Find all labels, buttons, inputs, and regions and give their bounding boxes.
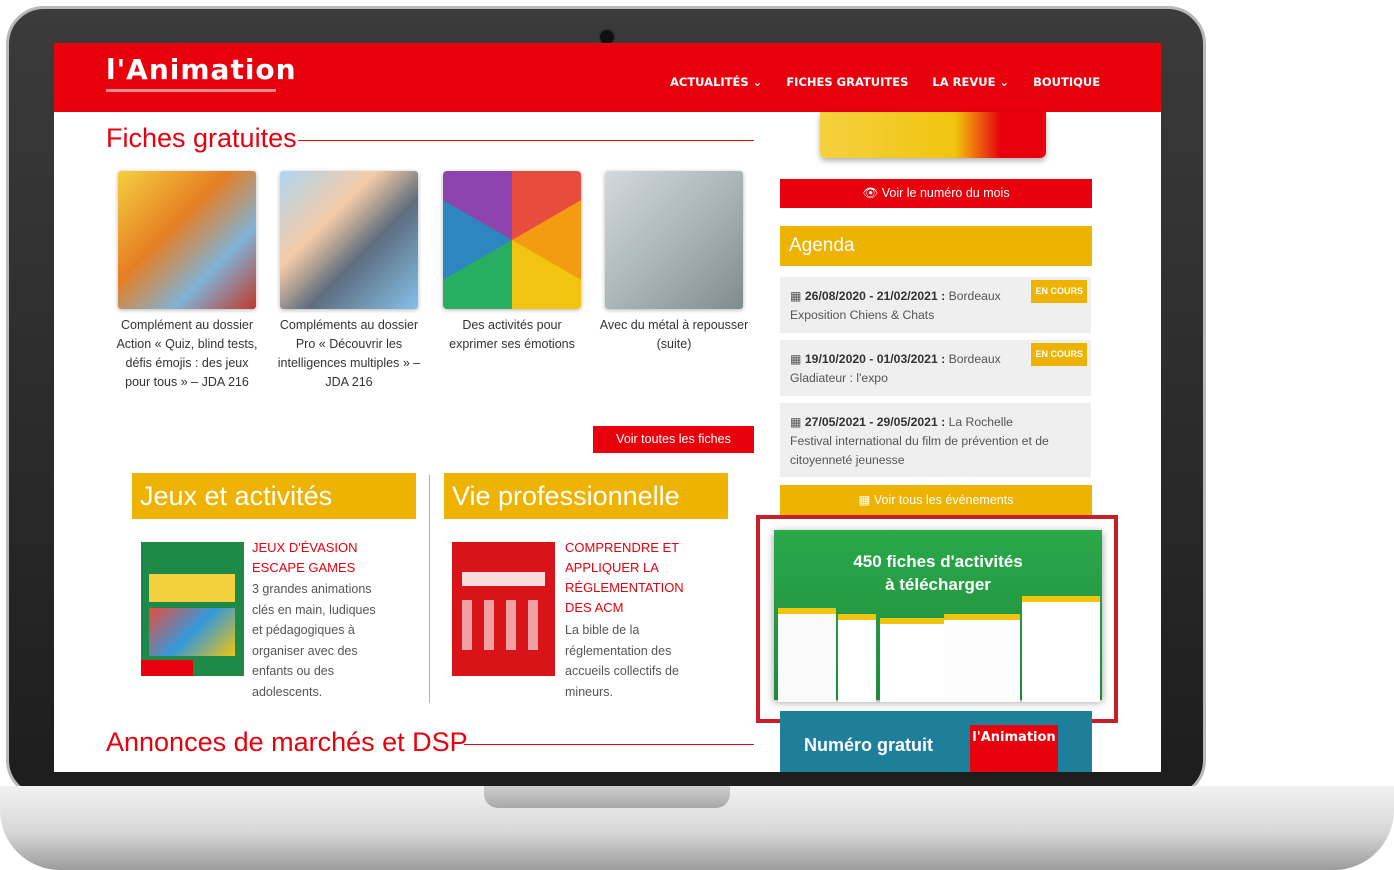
laptop-notch — [484, 786, 730, 808]
agenda-event[interactable]: ▦ 27/05/2021 - 29/05/2021 : La Rochelle … — [780, 403, 1091, 477]
site-header: l'Animation ACTUALITÉS ⌄ FICHES GRATUITE… — [54, 43, 1161, 112]
cover-illustration — [149, 608, 235, 656]
laptop-screen: l'Animation ACTUALITÉS ⌄ FICHES GRATUITE… — [54, 43, 1161, 772]
nav-actualites[interactable]: ACTUALITÉS ⌄ — [670, 75, 762, 89]
promo-line-1: 450 fiches d'activités — [853, 552, 1023, 571]
fiches-divider — [298, 140, 754, 141]
free-issue-title: Numéro gratuit — [804, 735, 934, 755]
promo-sheet — [880, 618, 944, 702]
all-events-button[interactable]: ▦ Voir tous les événements — [780, 485, 1092, 515]
fiche-thumb-metal[interactable] — [605, 171, 743, 309]
nav-fiches-gratuites[interactable]: FICHES GRATUITES — [786, 75, 908, 89]
nav-la-revue[interactable]: LA REVUE ⌄ — [932, 75, 1009, 89]
jeux-cover[interactable] — [141, 542, 244, 676]
fiches-title: Fiches gratuites — [106, 123, 297, 153]
column-divider — [429, 475, 430, 703]
cover-logo — [141, 660, 193, 676]
vie-cover[interactable] — [452, 542, 555, 676]
vie-header: Vie professionnelle — [444, 473, 728, 519]
month-issue-label: Voir le numéro du mois — [881, 186, 1010, 200]
cover-title-band — [462, 572, 545, 586]
calendar-icon: ▦ — [790, 289, 805, 303]
event-place: Bordeaux — [948, 352, 1001, 366]
promo-sheet — [838, 614, 876, 702]
fiche-caption[interactable]: Compléments au dossier Pro « Découvrir l… — [274, 316, 424, 392]
promo-line-2: à télécharger — [885, 575, 991, 594]
vie-article-title[interactable]: COMPRENDRE ET APPLIQUER LA RÉGLEMENTATIO… — [565, 538, 705, 618]
calendar-icon: ▦ — [790, 415, 805, 429]
magazine-cover-preview[interactable] — [820, 112, 1046, 158]
laptop-base — [0, 786, 1394, 870]
event-date: 26/08/2020 - 21/02/2021 : — [804, 289, 946, 303]
vie-article-text: La bible de la réglementation des accuei… — [565, 623, 679, 699]
promo-sheet — [778, 608, 836, 702]
fiche-thumb-quiz[interactable] — [118, 171, 256, 309]
fiche-caption[interactable]: Complément au dossier Action « Quiz, bli… — [112, 316, 262, 392]
jeux-article-text: 3 grandes animations clés en main, ludiq… — [252, 582, 376, 699]
main-nav: ACTUALITÉS ⌄ FICHES GRATUITES LA REVUE ⌄… — [670, 75, 1100, 89]
cover-band — [149, 574, 235, 602]
all-events-label: Voir tous les événements — [873, 493, 1014, 507]
event-name: Festival international du film de préven… — [790, 434, 1049, 467]
event-name: Gladiateur : l'expo — [790, 371, 888, 385]
free-issue-block[interactable]: Numéro gratuit l'Animation — [780, 711, 1092, 772]
event-place: Bordeaux — [948, 289, 1001, 303]
fiche-caption[interactable]: Avec du métal à repousser (suite) — [599, 316, 749, 354]
jeux-article-title[interactable]: JEUX D'ÉVASION ESCAPE GAMES — [252, 538, 402, 578]
agenda-event[interactable]: EN COURS ▦ 19/10/2020 - 01/03/2021 : Bor… — [780, 340, 1091, 396]
agenda-header: Agenda — [780, 226, 1092, 266]
event-place: La Rochelle — [948, 415, 1013, 429]
site-logo[interactable]: l'Animation — [106, 53, 297, 86]
free-issue-cover: l'Animation — [970, 725, 1058, 772]
promo-banner[interactable]: 450 fiches d'activités à télécharger — [774, 530, 1102, 702]
eye-icon: 👁 — [862, 186, 882, 200]
fiche-thumb-intelligences[interactable] — [280, 171, 418, 309]
event-date: 27/05/2021 - 29/05/2021 : — [804, 415, 946, 429]
annonces-divider — [464, 744, 754, 745]
agenda-event[interactable]: EN COURS ▦ 26/08/2020 - 21/02/2021 : Bor… — [780, 277, 1091, 333]
event-name: Exposition Chiens & Chats — [790, 308, 935, 322]
fiche-caption[interactable]: Des activités pour exprimer ses émotions — [437, 316, 587, 354]
all-fiches-button[interactable]: Voir toutes les fiches — [593, 426, 754, 453]
fiche-thumb-emotions[interactable] — [443, 171, 581, 309]
promo-sheet — [1022, 596, 1100, 702]
jeux-header: Jeux et activités — [132, 473, 416, 519]
logo-tagline — [106, 89, 276, 92]
calendar-icon: ▦ — [858, 493, 874, 507]
promo-text: 450 fiches d'activités à télécharger — [774, 550, 1102, 596]
event-date: 19/10/2020 - 01/03/2021 : — [804, 352, 946, 366]
calendar-icon: ▦ — [790, 352, 805, 366]
event-badge: EN COURS — [1031, 280, 1087, 303]
promo-sheet — [944, 614, 1020, 702]
annonces-title: Annonces de marchés et DSP — [106, 727, 468, 757]
event-badge: EN COURS — [1031, 343, 1087, 366]
month-issue-button[interactable]: 👁 Voir le numéro du mois — [780, 179, 1092, 208]
nav-boutique[interactable]: BOUTIQUE — [1033, 75, 1100, 89]
cover-icons — [462, 600, 545, 650]
